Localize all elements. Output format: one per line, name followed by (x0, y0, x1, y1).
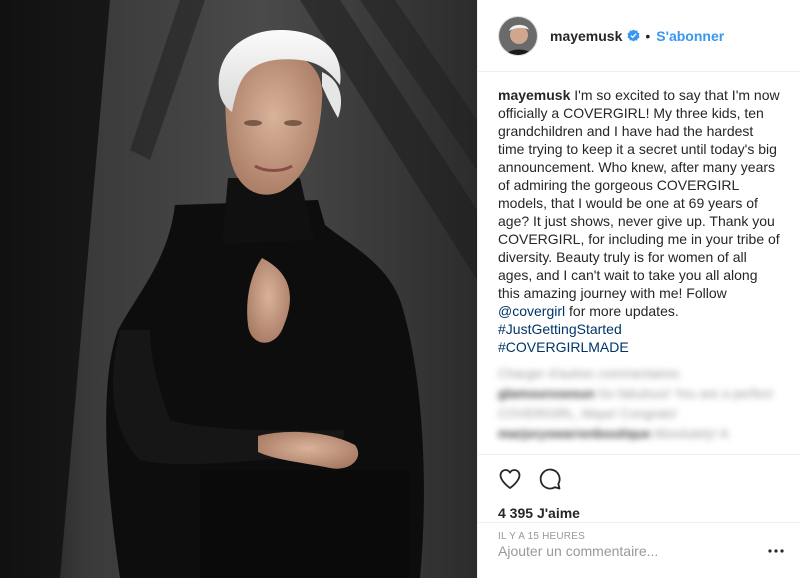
likes-label: J'aime (536, 505, 580, 521)
hashtag-link[interactable]: #COVERGIRLMADE (498, 339, 629, 355)
likes-number: 4 395 (498, 505, 534, 521)
post-photo[interactable] (0, 0, 477, 578)
separator-dot: • (645, 27, 651, 44)
mention-link[interactable]: @covergirl (498, 303, 565, 319)
post-caption: mayemusk I'm so excited to say that I'm … (498, 86, 782, 356)
avatar-image (499, 16, 537, 55)
post-header: mayemusk • S'abonner (478, 0, 800, 72)
caption-username[interactable]: mayemusk (498, 87, 570, 103)
portrait-image (0, 0, 477, 578)
comment-item: marjoryswarrenboutique Absolutely! A (498, 424, 782, 444)
add-comment-bar (478, 522, 800, 578)
caption-text-2: for more updates. (565, 303, 679, 319)
comment-icon (539, 468, 561, 490)
comment-item: glamourosesun So fabulous! You are a per… (498, 384, 782, 424)
follow-button[interactable]: S'abonner (656, 28, 724, 44)
more-options-icon (768, 548, 784, 553)
instagram-post: mayemusk • S'abonner mayemusk I'm so exc… (0, 0, 800, 578)
comment-username[interactable]: glamourosesun (498, 386, 595, 401)
load-more-comments[interactable]: Charger d'autres commentaires (498, 364, 782, 384)
username[interactable]: mayemusk (550, 28, 622, 44)
post-sidebar: mayemusk • S'abonner mayemusk I'm so exc… (477, 0, 800, 578)
verified-badge-icon (627, 29, 640, 42)
comment-username[interactable]: marjoryswarrenboutique (498, 426, 650, 441)
comments-section: mayemusk I'm so excited to say that I'm … (478, 72, 800, 454)
heart-icon (499, 469, 521, 489)
action-icons (496, 455, 784, 503)
comment-text: Absolutely! A (653, 426, 729, 441)
likes-count[interactable]: 4 395 J'aime (498, 505, 784, 521)
comment-button[interactable] (536, 465, 564, 493)
post-actions: 4 395 J'aime IL Y A 15 HEURES (478, 454, 800, 578)
fade-overlay (478, 442, 800, 454)
hashtag-link[interactable]: #JustGettingStarted (498, 321, 622, 337)
like-button[interactable] (496, 465, 524, 493)
avatar[interactable] (498, 15, 538, 56)
blurred-comments: Charger d'autres commentaires glamourose… (498, 364, 782, 444)
caption-text: I'm so excited to say that I'm now offic… (498, 87, 780, 301)
add-comment-input[interactable] (498, 542, 760, 559)
more-options-button[interactable] (760, 539, 784, 563)
